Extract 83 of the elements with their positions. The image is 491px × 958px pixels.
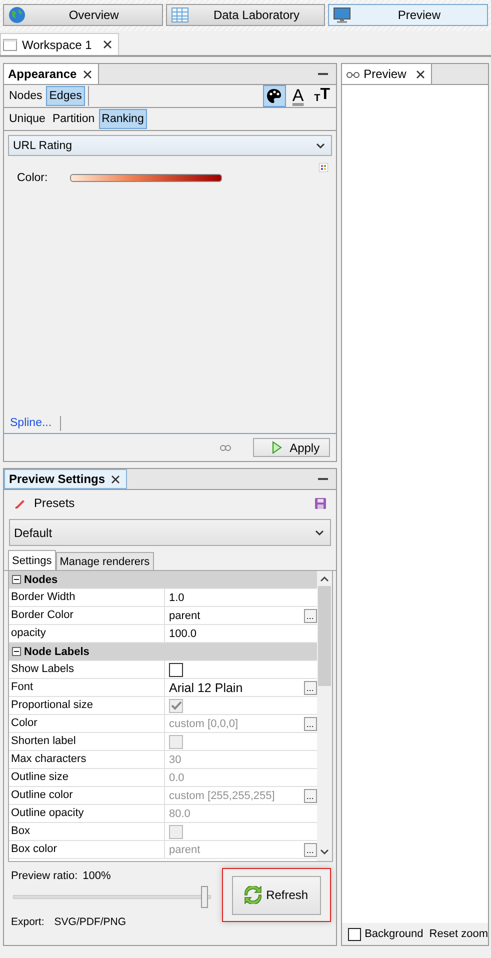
checkbox[interactable] [348,928,361,940]
chevron-icon [314,530,324,536]
ratio-value: 100% [82,870,111,882]
minimize-icon[interactable] [318,72,328,76]
property-value[interactable]: 1.0 [169,592,317,604]
window-icon [3,38,17,50]
property-name: Proportional size [9,697,165,714]
background-label: Background [364,928,424,940]
property-name: opacity [9,625,165,642]
export-label: Export: [11,916,44,928]
property-name: Color [9,715,165,732]
save-icon[interactable] [314,498,326,508]
export-link[interactable]: SVG/PDF/PNG [54,916,126,928]
workspace-title: Workspace 1 [22,38,92,52]
globe-icon [8,6,26,24]
property-value[interactable]: Arial 12 Plain [169,680,300,694]
property-name: Border Width [9,589,165,606]
refresh-icon [244,886,262,904]
collapse-icon[interactable] [12,647,21,656]
perspective-tab[interactable]: Preview [328,4,488,26]
property-name: Box [9,823,165,840]
color-gradient[interactable] [70,174,222,182]
ratio-label: Preview ratio: [11,870,78,882]
collapse-icon[interactable] [12,575,21,584]
table-icon [170,6,189,24]
glasses-icon [346,70,360,78]
pencil-icon[interactable] [14,497,26,509]
minimize-icon[interactable] [318,478,328,480]
property-name: Outline color [9,787,165,804]
property-name: Show Labels [9,661,165,678]
scroll-down-icon[interactable] [320,849,329,855]
scrollbar-thumb[interactable] [318,586,331,686]
preset-dropdown[interactable]: Default [9,519,331,546]
perspective-tab[interactable]: Data Laboratory [166,4,326,26]
monitor-icon [333,6,352,24]
property-name: Outline opacity [9,805,165,822]
label-color-button[interactable]: A [286,85,310,107]
close-icon[interactable] [102,40,112,49]
close-icon[interactable] [111,474,120,484]
panel-title: Preview [364,67,406,81]
color-grid-icon[interactable] [318,163,328,172]
property-name: Max characters [9,751,165,768]
property-name: Outline size [9,769,165,786]
settings-tab[interactable]: Manage renderers [56,552,154,570]
panel-tab[interactable]: Appearance [4,64,99,84]
element-tab[interactable]: Edges [46,86,85,106]
attribute-dropdown[interactable]: URL Rating [8,135,332,156]
element-tab[interactable]: Nodes [6,86,46,106]
play-icon [272,441,282,454]
panel-tab[interactable]: Preview Settings [4,469,128,489]
property-value[interactable]: parent [169,610,300,622]
mode-tab[interactable]: Unique [6,109,48,129]
property-name: Shorten label [9,733,165,750]
mode-tab[interactable]: Ranking [98,109,147,129]
property-name: Box color [9,841,165,858]
browse-button[interactable]: ... [304,680,317,694]
scroll-up-icon[interactable] [320,576,329,582]
checkbox[interactable] [169,662,183,676]
workspace-tab[interactable]: Workspace 1 [0,33,119,55]
apply-button[interactable]: Apply [252,438,330,457]
property-value[interactable]: 100.0 [169,628,317,640]
chevron-icon [316,142,325,148]
panel-tab[interactable]: Preview [342,64,432,84]
ratio-slider-thumb[interactable] [201,886,208,908]
property-name: Border Color [9,607,165,624]
refresh-button[interactable]: Refresh [232,876,321,914]
presets-label: Presets [34,496,75,510]
link-icon[interactable] [220,444,231,450]
close-icon[interactable] [82,70,92,78]
browse-button[interactable]: ... [304,608,317,622]
perspective-tab[interactable]: Overview [3,4,163,26]
category-row[interactable]: Nodes [9,571,317,589]
color-label: Color: [17,172,48,184]
mode-tab[interactable]: Partition [49,109,98,129]
close-icon[interactable] [416,70,426,78]
property-name: Font [9,679,165,696]
spline-link[interactable]: Spline... [10,417,52,429]
panel-title: Preview Settings [9,472,106,486]
panel-title: Appearance [8,67,77,81]
settings-tab[interactable]: Settings [8,550,56,570]
reset-zoom-button[interactable]: Reset zoom [429,928,488,940]
category-row[interactable]: Node Labels [9,643,317,661]
palette-button[interactable] [262,85,286,107]
